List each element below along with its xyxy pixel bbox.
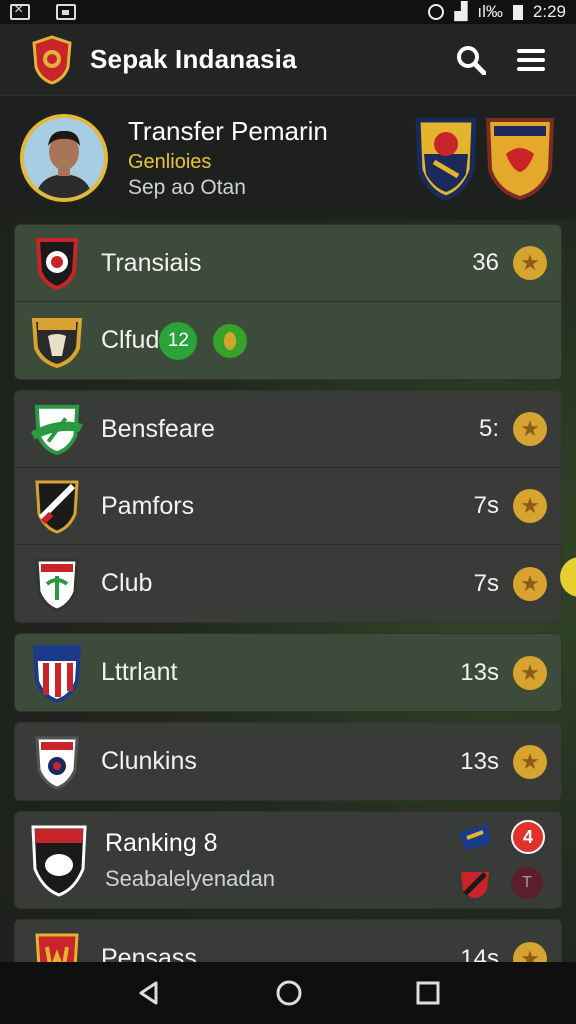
battery-text: ıl‰ xyxy=(477,2,503,21)
star-coin-icon[interactable]: ★ xyxy=(513,744,547,779)
list-item[interactable]: Transiais 36 ★ xyxy=(15,225,561,302)
club-card: Bensfeare 5: ★ Pamfors 7s ★ Club 7s ★ xyxy=(14,390,562,623)
status-dot-icon[interactable] xyxy=(213,323,248,358)
sync-icon xyxy=(428,4,445,20)
list-item-label: Transiais xyxy=(101,248,202,277)
status-bar: ▟ ıl‰ 2:29 xyxy=(0,0,576,24)
app-logo-icon xyxy=(32,34,72,85)
count-badge: 12 xyxy=(159,321,198,360)
list-item-value: 7s xyxy=(473,492,499,519)
club-crest-icon xyxy=(32,644,82,703)
player-portrait-icon xyxy=(24,118,104,198)
club-crest-icon xyxy=(30,404,84,456)
star-coin-icon[interactable]: ★ xyxy=(513,489,547,523)
home-icon[interactable] xyxy=(275,979,303,1007)
ranking-card: Ranking 8 Seabalelyenadan 4 T xyxy=(14,811,562,909)
notification-x-icon xyxy=(10,1,30,20)
club-crest-icon xyxy=(35,480,79,534)
list-item[interactable]: Clunkins 13s ★ xyxy=(15,723,561,800)
status-dot-icon[interactable]: T xyxy=(511,867,543,899)
club-list: Transiais 36 ★ Clfud 12 Bensfeare 5: ★ P… xyxy=(14,224,562,1008)
small-crest-icon xyxy=(459,824,491,850)
app-title: Sepak Indanasia xyxy=(90,44,297,74)
hero-caption: Sep ao Otan xyxy=(128,176,246,199)
menu-icon[interactable] xyxy=(516,47,546,73)
ranking-subtitle: Seabalelyenadan xyxy=(105,865,276,891)
club-card: Lttrlant 13s ★ xyxy=(14,633,562,712)
signal-icon: ▟ xyxy=(454,2,468,21)
player-avatar xyxy=(20,114,108,202)
list-item-label: Bensfeare xyxy=(101,414,215,443)
star-coin-icon[interactable]: ★ xyxy=(513,246,547,280)
club-crest-icon[interactable] xyxy=(414,114,478,202)
star-coin-icon[interactable]: ★ xyxy=(513,655,547,690)
list-item[interactable]: Pamfors 7s ★ xyxy=(15,468,561,545)
list-item[interactable]: Bensfeare 5: ★ xyxy=(15,391,561,468)
transfer-header[interactable]: Transfer Pemarin Genlioies Sep ao Otan xyxy=(0,96,576,220)
recents-icon[interactable] xyxy=(416,981,440,1005)
back-icon[interactable] xyxy=(136,980,162,1006)
ranking-item[interactable]: Ranking 8 Seabalelyenadan 4 T xyxy=(15,812,561,908)
hero-subtitle: Genlioies xyxy=(128,151,212,173)
list-item-label: Clfud xyxy=(101,326,160,354)
list-item[interactable]: Lttrlant 13s ★ xyxy=(15,634,561,711)
club-crest-icon xyxy=(31,317,83,368)
club-crest-icon[interactable] xyxy=(484,114,556,202)
ranking-title: Ranking 8 xyxy=(105,828,218,857)
clock: 2:29 xyxy=(532,2,566,21)
image-notification-icon xyxy=(56,4,76,20)
club-card: Clunkins 13s ★ xyxy=(14,722,562,801)
list-item-value: 36 xyxy=(472,249,499,276)
small-crest-icon xyxy=(461,872,489,898)
club-crest-icon xyxy=(35,558,79,612)
club-crest-icon xyxy=(31,825,87,897)
club-crest-icon xyxy=(35,736,79,790)
club-card: Transiais 36 ★ Clfud 12 xyxy=(14,224,562,380)
list-item-value: 13s xyxy=(460,658,499,686)
system-nav-bar xyxy=(0,962,576,1024)
search-icon[interactable] xyxy=(456,45,486,75)
list-item-label: Club xyxy=(101,569,153,597)
list-item-label: Lttrlant xyxy=(101,658,178,686)
club-crest-icon xyxy=(35,238,79,290)
list-item-label: Pamfors xyxy=(101,491,195,520)
app-bar: Sepak Indanasia xyxy=(0,24,576,96)
star-coin-icon[interactable]: ★ xyxy=(513,412,547,446)
list-item-value: 5: xyxy=(478,415,499,442)
list-item-value: 7s xyxy=(473,569,499,597)
floating-indicator[interactable] xyxy=(560,557,576,597)
list-item[interactable]: Clfud 12 xyxy=(15,302,561,379)
battery-icon xyxy=(512,4,523,20)
list-item-value: 13s xyxy=(460,747,499,775)
hero-title: Transfer Pemarin xyxy=(128,116,328,146)
notification-badge[interactable]: 4 xyxy=(511,820,545,854)
list-item-label: Clunkins xyxy=(101,747,197,775)
star-coin-icon[interactable]: ★ xyxy=(513,566,547,601)
list-item[interactable]: Club 7s ★ xyxy=(15,545,561,622)
